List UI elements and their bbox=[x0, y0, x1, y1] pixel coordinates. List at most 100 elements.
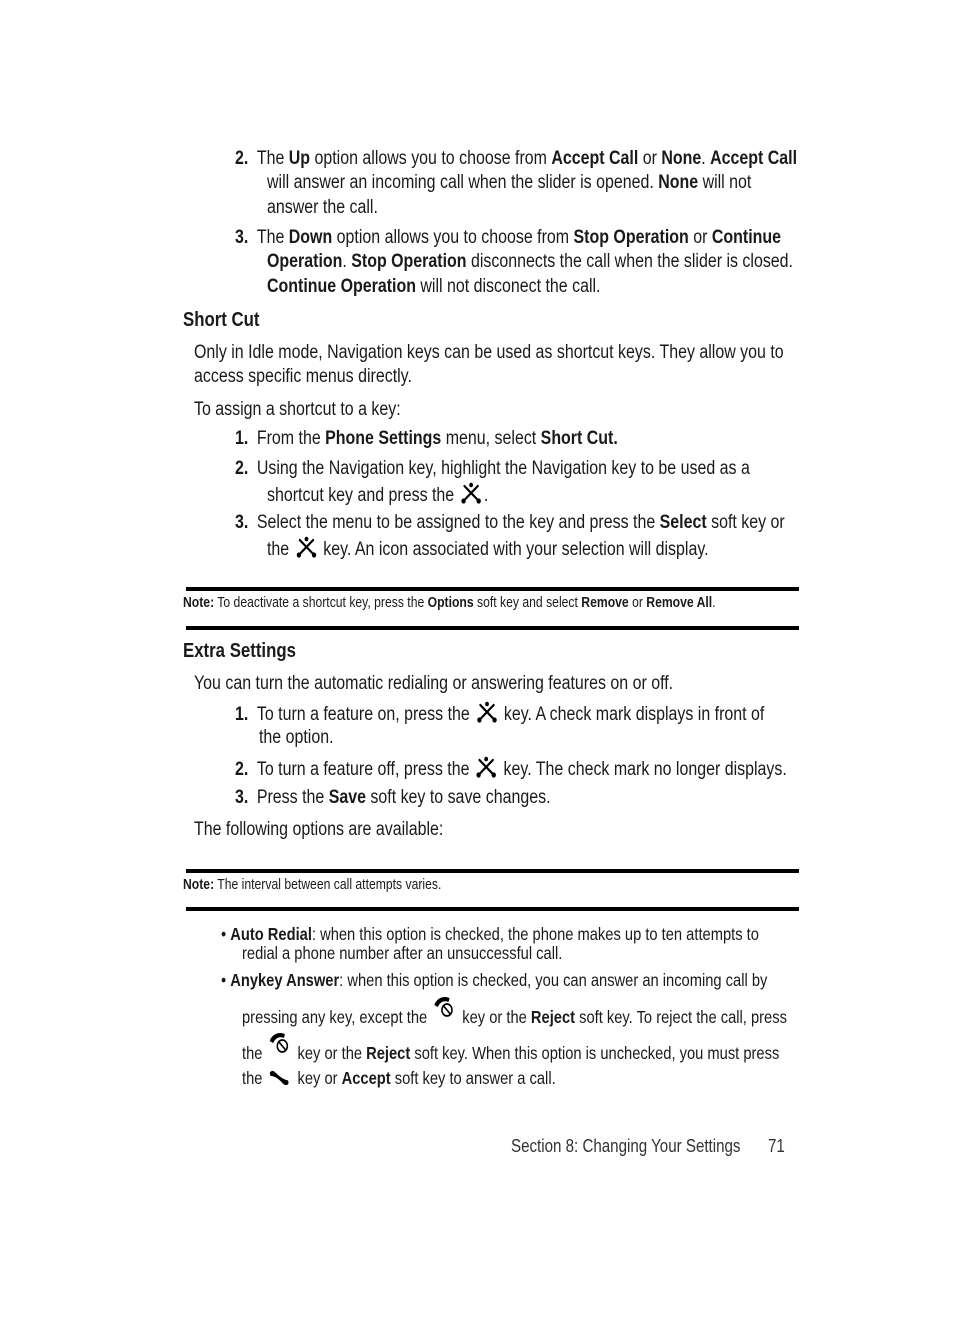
note-label: Note: bbox=[183, 877, 215, 893]
text: soft key to save changes. bbox=[365, 787, 551, 808]
text: pressing any key, except the bbox=[242, 1007, 432, 1027]
text: From the bbox=[256, 428, 326, 449]
short-cut-step-2: 2. Using the Navigation key, highlight th… bbox=[235, 457, 750, 481]
text: key. A check mark displays in front of bbox=[499, 704, 765, 725]
short-cut-step-1: 1. From the Phone Settings menu, select S… bbox=[235, 427, 618, 451]
text: disconnects the call when the slider is … bbox=[466, 251, 793, 272]
text: To turn a feature on, press the bbox=[256, 704, 475, 725]
short-cut-step-2-line2: shortcut key and press the . bbox=[267, 482, 488, 511]
bold-term: Save bbox=[328, 787, 366, 808]
list-number: 3. bbox=[235, 512, 249, 533]
text: To turn a feature off, press the bbox=[256, 759, 474, 780]
text: . bbox=[483, 485, 489, 506]
list-number: 2. bbox=[235, 759, 249, 780]
text: . bbox=[701, 148, 711, 169]
extra-settings-intro: You can turn the automatic redialing or … bbox=[194, 673, 674, 694]
list-item-up: 2. The Up option allows you to choose fro… bbox=[235, 147, 797, 171]
bold-term: None bbox=[658, 172, 699, 193]
bold-term: Continue bbox=[711, 227, 782, 248]
text: To deactivate a shortcut key, press the bbox=[214, 595, 428, 611]
text: will not disconect the call. bbox=[415, 276, 601, 297]
note-rule-bottom bbox=[186, 907, 799, 911]
short-cut-step-3-line2: the key. An icon associated with your se… bbox=[267, 536, 709, 565]
list-item-up-line3: answer the call. bbox=[267, 197, 378, 218]
text: or bbox=[628, 595, 647, 611]
text: soft key and select bbox=[473, 595, 582, 611]
option-anykey-answer-line3: the key or the Reject soft key. When thi… bbox=[242, 1031, 779, 1067]
bold-term: Stop Operation bbox=[573, 227, 689, 248]
list-item-down: 3. The Down option allows you to choose f… bbox=[235, 226, 781, 250]
text: option allows you to choose from bbox=[310, 148, 552, 169]
note-rule-top bbox=[186, 869, 799, 873]
text: . bbox=[342, 251, 352, 272]
section-heading-extra-settings: Extra Settings bbox=[183, 640, 296, 662]
text: the bbox=[242, 1068, 267, 1088]
nav-key-icon bbox=[476, 756, 498, 785]
list-number: 2. bbox=[235, 458, 249, 479]
note-label: Note: bbox=[183, 595, 215, 611]
bold-term: Remove bbox=[581, 595, 629, 611]
bold-term: Accept Call bbox=[710, 148, 798, 169]
bold-term: Stop Operation bbox=[351, 251, 467, 272]
text: key. The check mark no longer displays. bbox=[499, 759, 787, 780]
nav-key-icon bbox=[460, 482, 482, 511]
text: key or the bbox=[293, 1043, 367, 1063]
text: Select the menu to be assigned to the ke… bbox=[256, 512, 660, 533]
text: shortcut key and press the bbox=[267, 485, 459, 506]
extra-step-2: 2. To turn a feature off, press the key. … bbox=[235, 756, 787, 785]
text: Using the Navigation key, highlight the … bbox=[256, 458, 750, 479]
note-rule-bottom bbox=[186, 626, 799, 630]
list-number: 1. bbox=[235, 428, 249, 449]
text: The bbox=[256, 148, 289, 169]
option-name: Anykey Answer bbox=[230, 970, 340, 990]
short-cut-intro-line2: access specific menus directly. bbox=[194, 366, 412, 387]
extra-step-1-line2: the option. bbox=[259, 727, 334, 748]
list-item-down-line3: Continue Operation will not disconect th… bbox=[267, 275, 600, 299]
list-number: 1. bbox=[235, 704, 249, 725]
bullet: • bbox=[221, 970, 231, 990]
bold-term: Reject bbox=[530, 1007, 576, 1027]
text: soft key. When this option is unchecked,… bbox=[410, 1043, 780, 1063]
text: will not bbox=[698, 172, 752, 193]
text: option allows you to choose from bbox=[332, 227, 574, 248]
option-name: Auto Redial bbox=[230, 924, 312, 944]
text: . bbox=[712, 595, 716, 611]
end-key-icon bbox=[268, 1031, 292, 1063]
text: The bbox=[256, 227, 289, 248]
bold-term: Operation bbox=[267, 251, 343, 272]
bold-term: Remove All bbox=[646, 595, 713, 611]
bold-term: Short Cut. bbox=[540, 428, 618, 449]
text: soft key. To reject the call, press bbox=[575, 1007, 787, 1027]
note-interval: Note: The interval between call attempts… bbox=[183, 876, 441, 894]
text: key or bbox=[293, 1068, 342, 1088]
list-number: 2. bbox=[235, 148, 249, 169]
nav-key-icon bbox=[476, 701, 498, 730]
text: or bbox=[638, 148, 662, 169]
list-number: 3. bbox=[235, 227, 249, 248]
send-key-icon bbox=[268, 1069, 292, 1093]
short-cut-intro-line1: Only in Idle mode, Navigation keys can b… bbox=[194, 342, 784, 363]
bold-term: None bbox=[661, 148, 702, 169]
section-heading-short-cut: Short Cut bbox=[183, 309, 260, 331]
extra-step-3: 3. Press the Save soft key to save change… bbox=[235, 786, 551, 810]
end-key-icon bbox=[433, 995, 457, 1027]
option-anykey-answer-line4: the key or Accept soft key to answer a c… bbox=[242, 1066, 556, 1093]
option-auto-redial: • Auto Redial: when this option is check… bbox=[221, 924, 759, 944]
bold-term: Phone Settings bbox=[325, 428, 442, 449]
page-number: 71 bbox=[768, 1136, 785, 1156]
nav-key-icon bbox=[295, 536, 317, 565]
text: the bbox=[242, 1043, 267, 1063]
bold-term: Accept bbox=[341, 1068, 391, 1088]
footer-section-title: Section 8: Changing Your Settings bbox=[511, 1136, 741, 1156]
bold-term: Continue Operation bbox=[267, 276, 416, 297]
text: : when this option is checked, the phone… bbox=[311, 924, 759, 944]
text: Press the bbox=[256, 787, 329, 808]
note-shortcut: Note: To deactivate a shortcut key, pres… bbox=[183, 594, 716, 612]
bullet: • bbox=[221, 924, 231, 944]
option-auto-redial-line2: redial a phone number after an unsuccess… bbox=[242, 943, 563, 963]
note-rule-top bbox=[186, 587, 799, 591]
bold-term: Options bbox=[427, 595, 474, 611]
list-number: 3. bbox=[235, 787, 249, 808]
text: soft key to answer a call. bbox=[390, 1068, 556, 1088]
text: soft key or bbox=[706, 512, 785, 533]
